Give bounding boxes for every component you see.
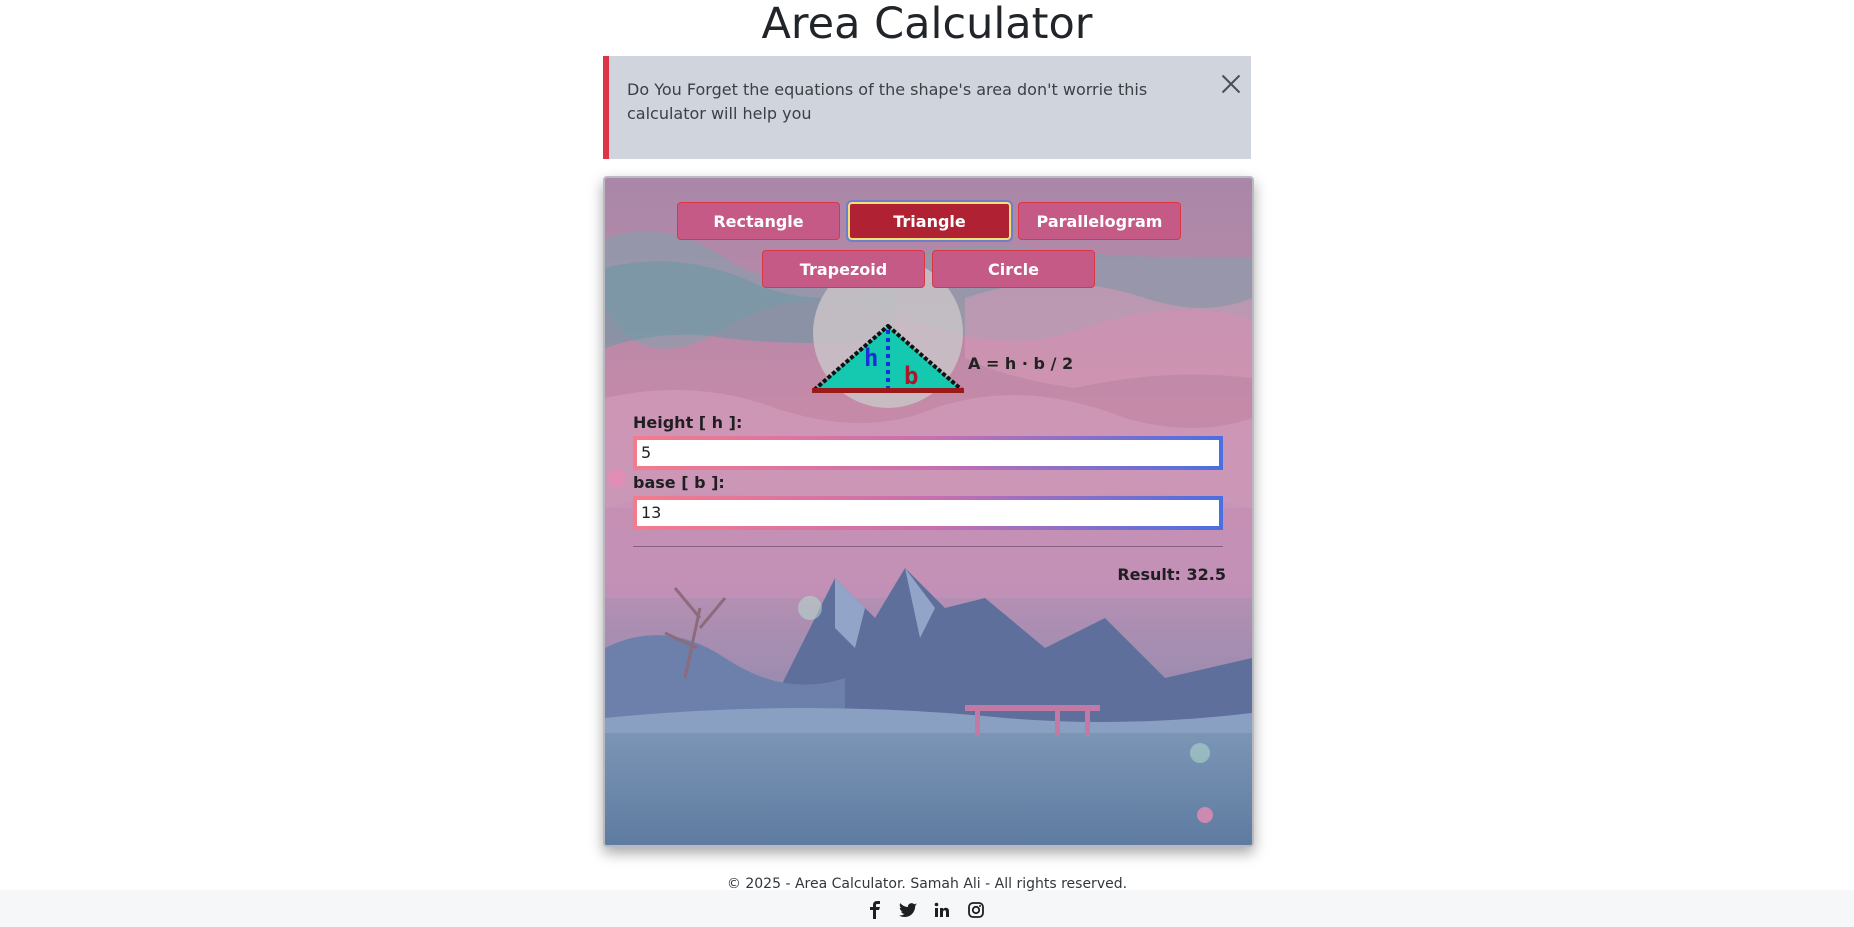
base-symbol: b	[904, 362, 918, 390]
circle-button[interactable]: Circle	[932, 250, 1095, 288]
result-text: Result: 32.5	[1117, 565, 1226, 584]
height-symbol: h	[864, 344, 878, 372]
height-input[interactable]: 5	[633, 436, 1223, 470]
info-alert: Do You Forget the equations of the shape…	[603, 56, 1251, 159]
close-icon[interactable]	[1217, 70, 1245, 98]
height-label: Height [ h ]:	[633, 413, 743, 432]
parallelogram-button[interactable]: Parallelogram	[1018, 202, 1181, 240]
copyright: © 2025 - Area Calculator. Samah Ali - Al…	[726, 876, 1128, 892]
alert-message: Do You Forget the equations of the shape…	[627, 80, 1148, 123]
footer	[0, 890, 1854, 927]
facebook-icon[interactable]	[865, 900, 885, 920]
twitter-icon[interactable]	[898, 900, 918, 920]
page-title: Area Calculator	[761, 0, 1093, 49]
base-input[interactable]: 13	[633, 496, 1223, 530]
triangle-illustration: h b	[812, 324, 964, 393]
trapezoid-button[interactable]: Trapezoid	[762, 250, 925, 288]
linkedin-icon[interactable]	[932, 900, 952, 920]
calculator-card: Rectangle Triangle Parallelogram Trapezo…	[603, 176, 1254, 847]
base-label: base [ b ]:	[633, 473, 725, 492]
triangle-button[interactable]: Triangle	[846, 200, 1013, 242]
instagram-icon[interactable]	[966, 900, 986, 920]
rectangle-button[interactable]: Rectangle	[677, 202, 840, 240]
area-formula: A = h · b / 2	[968, 354, 1074, 373]
divider	[633, 546, 1223, 547]
